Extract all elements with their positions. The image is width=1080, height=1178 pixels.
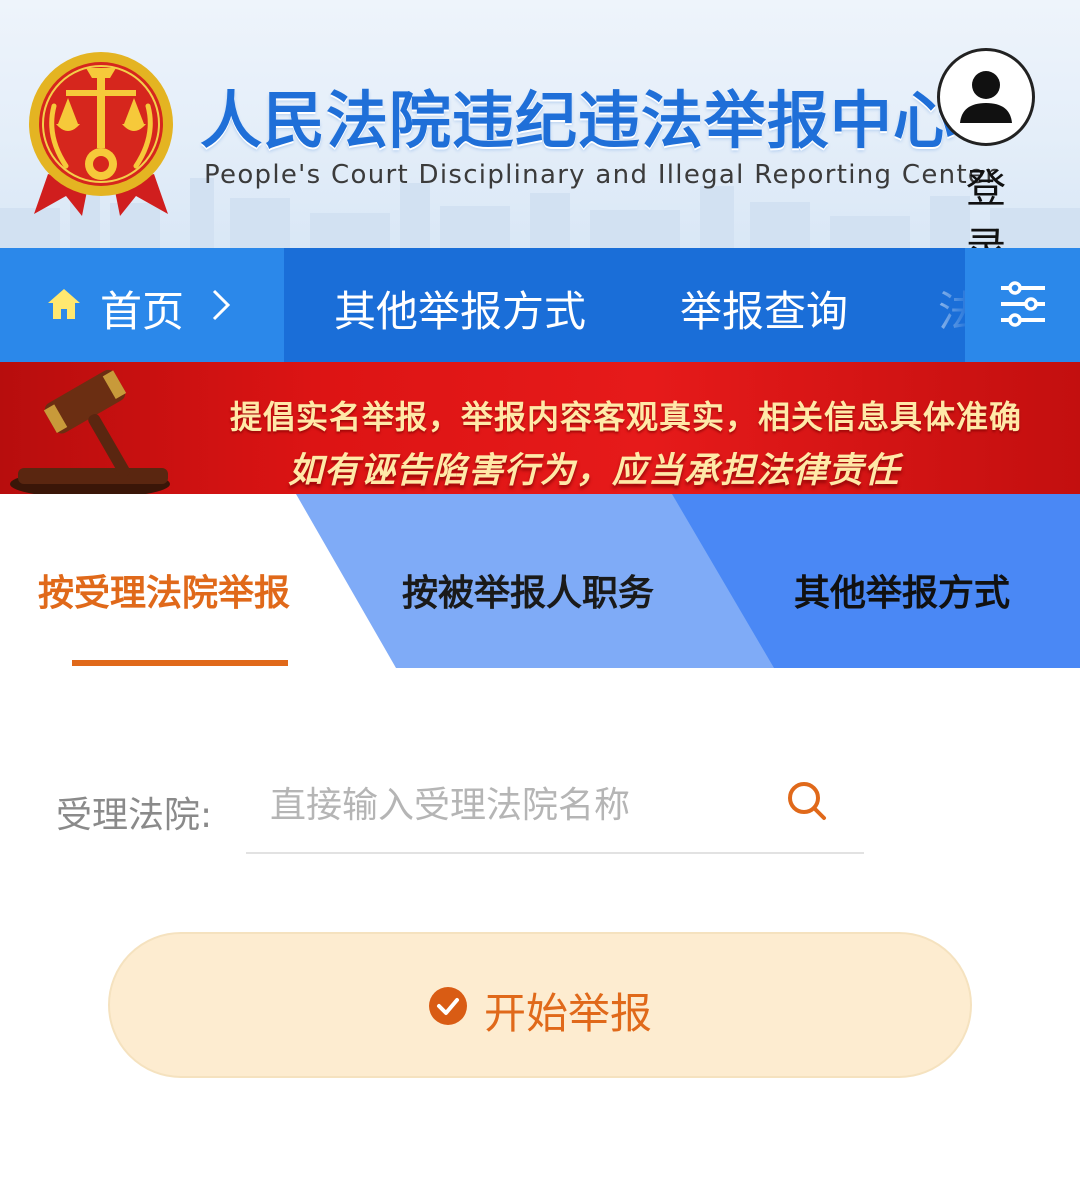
sliders-menu-icon xyxy=(1001,281,1045,327)
user-icon xyxy=(960,71,1012,123)
login-label[interactable]: 登录 xyxy=(934,156,1038,248)
banner-text-line1: 提倡实名举报，举报内容客观真实，相关信息具体准确 xyxy=(230,398,1023,436)
main-nav: 首页 其他举报方式 举报查询 法 xyxy=(0,248,1080,362)
court-emblem-icon xyxy=(29,52,173,216)
home-icon xyxy=(48,289,80,319)
warning-banner: 提倡实名举报，举报内容客观真实，相关信息具体准确 如有诬告陷害行为，应当承担法律… xyxy=(0,362,1080,494)
chevron-right-icon xyxy=(212,289,231,321)
nav-scroll-fade xyxy=(905,248,967,362)
nav-item-report-query[interactable]: 举报查询 xyxy=(680,278,848,339)
nav-home[interactable]: 首页 xyxy=(0,248,284,362)
nav-home-label: 首页 xyxy=(100,287,185,336)
check-circle-icon xyxy=(429,987,467,1025)
report-type-tabs: 按受理法院举报 按被举报人职务 其他举报方式 xyxy=(0,494,1080,668)
start-report-label: 开始举报 xyxy=(484,989,653,1038)
gavel-icon xyxy=(10,369,170,494)
tab-by-position[interactable]: 按被举报人职务 xyxy=(402,564,654,616)
court-input-underline xyxy=(246,852,864,854)
banner-text-line2: 如有诬告陷害行为，应当承担法律责任 xyxy=(288,451,901,491)
court-field-label: 受理法院: xyxy=(56,795,213,836)
site-title: 人民法院违纪违法举报中心 xyxy=(200,84,957,157)
tab-other-methods[interactable]: 其他举报方式 xyxy=(794,564,1010,616)
active-tab-indicator xyxy=(72,660,288,666)
nav-item-other-methods[interactable]: 其他举报方式 xyxy=(334,278,586,339)
tab-by-court[interactable]: 按受理法院举报 xyxy=(38,564,290,616)
login-button[interactable] xyxy=(937,48,1035,146)
search-icon[interactable] xyxy=(784,778,828,822)
site-header: 人民法院违纪违法举报中心 People's Court Disciplinary… xyxy=(0,0,1080,248)
court-search-input[interactable] xyxy=(258,776,802,834)
site-subtitle: People's Court Disciplinary and Illegal … xyxy=(204,160,998,190)
nav-more-button[interactable] xyxy=(965,248,1080,362)
start-report-button[interactable]: 开始举报 xyxy=(108,932,972,1078)
